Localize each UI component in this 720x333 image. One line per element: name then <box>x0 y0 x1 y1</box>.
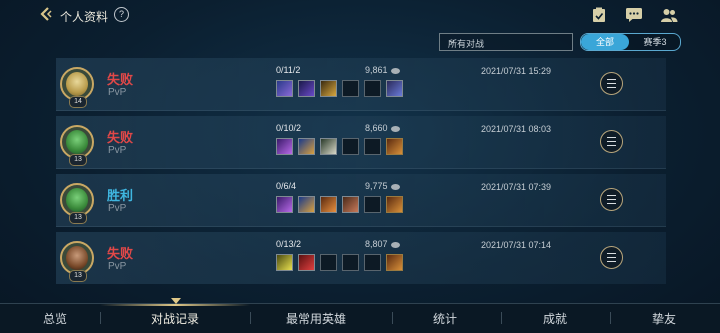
match-mode: PvP <box>108 203 127 214</box>
match-row[interactable]: 14 失败 PvP 0/11/2 9,861 2021/07/31 15:29 <box>56 58 666 111</box>
gold-value: 8,660 <box>365 123 388 133</box>
trinket-slot <box>386 138 403 155</box>
trinket-slot <box>386 196 403 213</box>
item-slot-5 <box>364 138 381 155</box>
season-toggle[interactable]: 全部 赛季3 <box>580 33 681 51</box>
tab-overview[interactable]: 总览 <box>43 310 67 327</box>
tab-divider <box>610 312 611 324</box>
item-slot-3 <box>320 138 337 155</box>
match-datetime: 2021/07/31 07:39 <box>481 182 552 192</box>
segment-season3[interactable]: 赛季3 <box>631 34 679 50</box>
gold-value: 9,861 <box>365 65 388 75</box>
match-mode: PvP <box>108 87 127 98</box>
match-result: 胜利 <box>107 188 134 203</box>
match-result: 失败 <box>107 130 134 145</box>
kda-stat: 0/11/2 <box>276 65 301 75</box>
top-header: 个人资料 ? <box>0 0 720 32</box>
item-slot-1 <box>276 254 293 271</box>
tab-stats[interactable]: 统计 <box>433 310 457 327</box>
kda-stat: 0/10/2 <box>276 123 302 133</box>
chat-icon[interactable] <box>625 7 643 23</box>
tab-divider <box>392 312 393 324</box>
match-datetime: 2021/07/31 15:29 <box>481 66 552 76</box>
active-tab-caret-icon <box>171 298 181 304</box>
match-row[interactable]: 13 胜利 PvP 0/6/4 9,775 2021/07/31 07:39 <box>56 174 666 227</box>
match-detail-button[interactable] <box>600 246 623 269</box>
item-slot-1 <box>276 80 293 97</box>
kda-stat: 0/6/4 <box>276 181 297 191</box>
champion-level-badge: 13 <box>69 270 87 282</box>
gold-coin-icon <box>390 183 400 190</box>
match-result: 失败 <box>107 72 134 87</box>
back-arrow-icon[interactable] <box>38 6 54 22</box>
item-slot-5 <box>364 254 381 271</box>
gold-stat: 8,807 <box>365 239 400 249</box>
item-slot-2 <box>298 196 315 213</box>
match-detail-button[interactable] <box>600 72 623 95</box>
checklist-icon[interactable] <box>590 7 608 23</box>
champion-level-badge: 14 <box>69 96 87 108</box>
tab-match-history[interactable]: 对战记录 <box>151 310 199 327</box>
champion-level-badge: 13 <box>69 154 87 166</box>
match-datetime: 2021/07/31 08:03 <box>481 124 552 134</box>
gold-stat: 8,660 <box>365 123 400 133</box>
tab-divider <box>501 312 502 324</box>
item-slot-3 <box>320 196 337 213</box>
friends-icon[interactable] <box>660 7 678 23</box>
item-slot-4 <box>342 80 359 97</box>
item-slot-3 <box>320 80 337 97</box>
chevron-down-icon: ⌄ <box>448 35 457 46</box>
tab-achievements[interactable]: 成就 <box>543 310 567 327</box>
trinket-slot <box>386 80 403 97</box>
page-title: 个人资料 <box>60 10 109 24</box>
match-datetime: 2021/07/31 07:14 <box>481 240 552 250</box>
gold-stat: 9,775 <box>365 181 400 191</box>
bottom-tab-bar: 总览 对战记录 最常用英雄 统计 成就 挚友 <box>0 298 720 333</box>
item-slot-2 <box>298 254 315 271</box>
match-mode: PvP <box>108 145 127 156</box>
item-slot-4 <box>342 196 359 213</box>
help-icon[interactable]: ? <box>114 7 129 22</box>
tab-divider <box>250 312 251 324</box>
gold-stat: 9,861 <box>365 65 400 75</box>
item-slot-4 <box>342 254 359 271</box>
gold-value: 8,807 <box>365 239 388 249</box>
gold-value: 9,775 <box>365 181 388 191</box>
item-slot-4 <box>342 138 359 155</box>
match-type-dropdown[interactable]: 所有对战 ⌄ <box>439 33 573 51</box>
tab-divider <box>100 312 101 324</box>
item-slot-3 <box>320 254 337 271</box>
tab-most-played[interactable]: 最常用英雄 <box>286 310 346 327</box>
item-slot-5 <box>364 196 381 213</box>
gold-coin-icon <box>390 67 400 74</box>
item-slot-1 <box>276 138 293 155</box>
match-result: 失败 <box>107 246 134 261</box>
item-slot-1 <box>276 196 293 213</box>
kda-stat: 0/13/2 <box>276 239 302 249</box>
segment-all[interactable]: 全部 <box>581 34 629 50</box>
tab-friends[interactable]: 挚友 <box>652 310 676 327</box>
match-mode: PvP <box>108 261 127 272</box>
match-row[interactable]: 13 失败 PvP 0/10/2 8,660 2021/07/31 08:03 <box>56 116 666 169</box>
match-row[interactable]: 13 失败 PvP 0/13/2 8,807 2021/07/31 07:14 <box>56 232 666 284</box>
match-detail-button[interactable] <box>600 188 623 211</box>
gold-coin-icon <box>390 125 400 132</box>
champion-level-badge: 13 <box>69 212 87 224</box>
trinket-slot <box>386 254 403 271</box>
active-tab-indicator <box>100 304 250 306</box>
gold-coin-icon <box>390 241 400 248</box>
item-slot-5 <box>364 80 381 97</box>
match-detail-button[interactable] <box>600 130 623 153</box>
item-slot-2 <box>298 138 315 155</box>
item-slot-2 <box>298 80 315 97</box>
